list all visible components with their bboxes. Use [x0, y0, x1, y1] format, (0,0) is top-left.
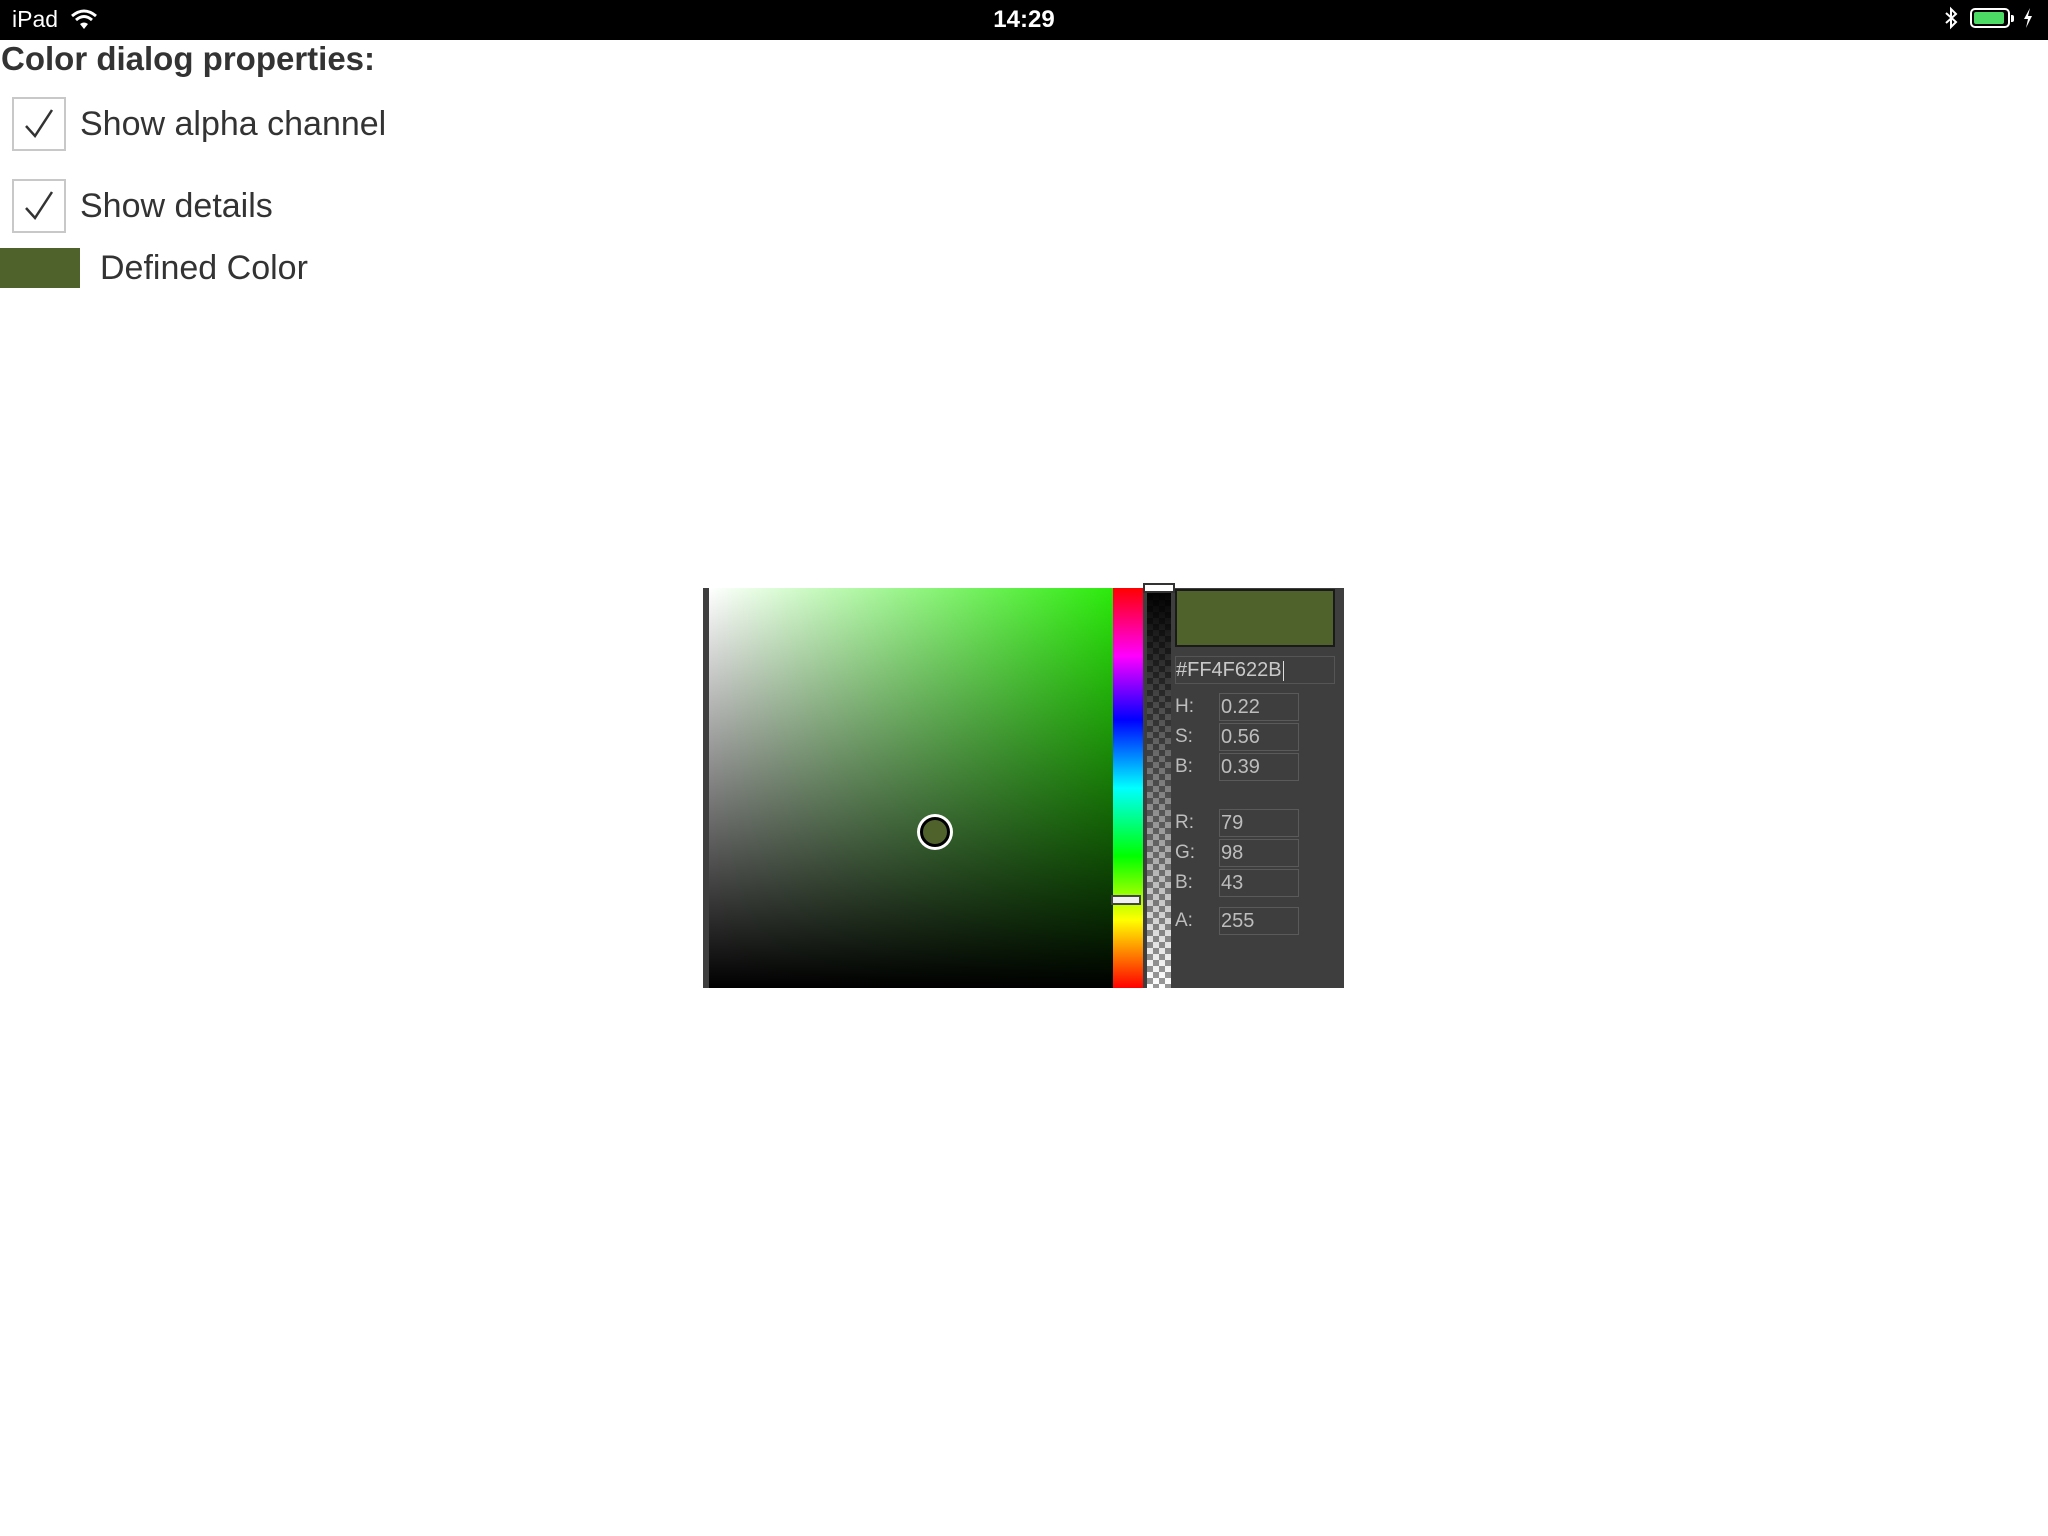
show-alpha-checkbox[interactable] [12, 97, 66, 151]
green-input[interactable]: 98 [1219, 839, 1299, 867]
text-caret [1282, 660, 1284, 681]
color-picker-marker[interactable] [920, 817, 951, 847]
red-label: R: [1175, 812, 1194, 833]
hue-slider-handle[interactable] [1111, 895, 1141, 905]
green-label: G: [1175, 842, 1196, 863]
checkmark-icon [25, 109, 54, 139]
hue-input[interactable]: 0.22 [1219, 693, 1299, 721]
show-alpha-label[interactable]: Show alpha channel [80, 105, 386, 144]
defined-color-row[interactable]: Defined Color [0, 248, 308, 288]
red-field-row: R: 79 [1175, 809, 1299, 837]
saturation-label: S: [1175, 726, 1193, 747]
charging-icon [2024, 8, 2032, 28]
show-alpha-row[interactable]: Show alpha channel [12, 97, 386, 151]
hue-label: H: [1175, 696, 1194, 717]
color-preview [1175, 589, 1335, 647]
battery-icon [1970, 8, 2014, 28]
alpha-field-row: A: 255 [1175, 907, 1299, 935]
saturation-input[interactable]: 0.56 [1219, 723, 1299, 751]
hue-field-row: H: 0.22 [1175, 693, 1299, 721]
bluetooth-icon [1945, 6, 1958, 30]
status-time: 14:29 [993, 6, 1055, 33]
page-title: Color dialog properties: [1, 40, 376, 77]
show-details-checkbox[interactable] [12, 179, 66, 233]
brightness-field-row: B: 0.39 [1175, 753, 1299, 781]
defined-color-label: Defined Color [100, 248, 308, 287]
show-details-label[interactable]: Show details [80, 187, 273, 226]
battery-level [1974, 12, 2004, 24]
alpha-label: A: [1175, 910, 1193, 931]
brightness-label: B: [1175, 756, 1193, 777]
alpha-slider-handle[interactable] [1143, 583, 1175, 593]
color-dialog: #FF4F622B H: 0.22 S: 0.56 B: 0.39 R: 79 … [703, 583, 1344, 988]
hex-input[interactable]: #FF4F622B [1175, 656, 1335, 684]
defined-color-swatch[interactable] [0, 248, 80, 288]
saturation-field-row: S: 0.56 [1175, 723, 1299, 751]
blue-label: B: [1175, 872, 1193, 893]
show-details-row[interactable]: Show details [12, 179, 273, 233]
hue-slider-track[interactable] [1113, 588, 1143, 988]
checkmark-icon [25, 191, 54, 221]
blue-field-row: B: 43 [1175, 869, 1299, 897]
blue-input[interactable]: 43 [1219, 869, 1299, 897]
red-input[interactable]: 79 [1219, 809, 1299, 837]
status-bar: iPad 14:29 [0, 0, 2048, 40]
green-field-row: G: 98 [1175, 839, 1299, 867]
alpha-slider-track[interactable] [1147, 588, 1171, 988]
status-right [1944, 6, 2034, 30]
saturation-brightness-picker[interactable] [709, 588, 1113, 988]
alpha-input[interactable]: 255 [1219, 907, 1299, 935]
brightness-input[interactable]: 0.39 [1219, 753, 1299, 781]
